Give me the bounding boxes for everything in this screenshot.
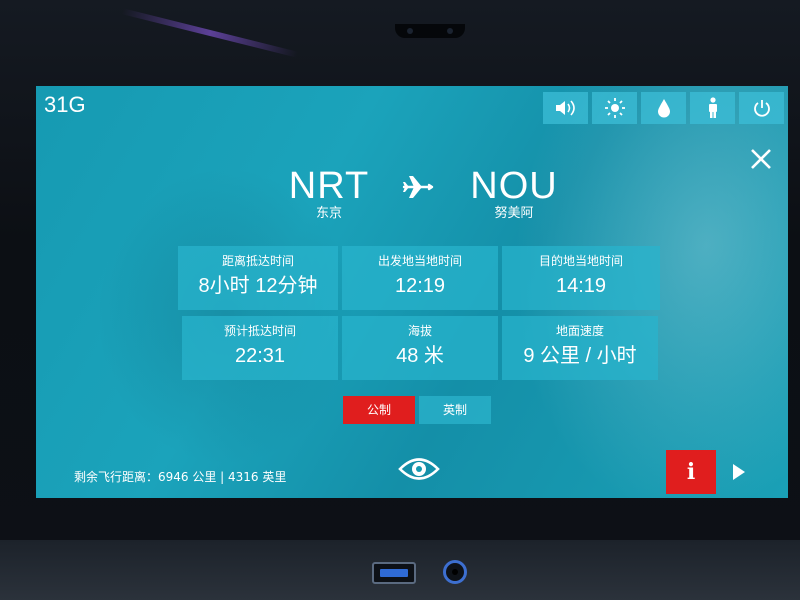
camera-dot <box>447 28 453 34</box>
view-toggle-button[interactable] <box>398 454 440 484</box>
destination-airport: NOU 努美阿 <box>464 166 564 222</box>
stat-value: 9 公里 / 小时 <box>523 345 637 367</box>
stat-value: 8小时 12分钟 <box>198 275 318 297</box>
origin-airport: NRT 东京 <box>284 166 374 222</box>
stat-ground-speed: 地面速度 9 公里 / 小时 <box>502 316 658 380</box>
flight-info-screen: 31G NRT 东京 NOU 努美阿 距离抵达时间 8小时 12分钟 出发地当地… <box>36 86 788 498</box>
stat-label: 出发地当地时间 <box>377 254 462 268</box>
stat-destination-local-time: 目的地当地时间 14:19 <box>502 246 660 310</box>
seat-number: 31G <box>44 92 86 117</box>
headphone-jack <box>443 560 467 584</box>
stat-value: 48 米 <box>396 345 444 367</box>
origin-code: NRT <box>288 165 370 207</box>
imperial-button[interactable]: 英制 <box>419 396 491 424</box>
destination-code: NOU <box>470 165 558 207</box>
stat-value: 12:19 <box>394 275 446 297</box>
stat-label: 目的地当地时间 <box>538 254 623 268</box>
stat-label: 海拔 <box>407 324 432 338</box>
stat-value: 14:19 <box>555 275 607 297</box>
stat-time-to-arrival: 距离抵达时间 8小时 12分钟 <box>178 246 338 310</box>
contrast-button[interactable] <box>641 92 686 124</box>
attendant-call-button[interactable] <box>690 92 735 124</box>
remaining-distance: 剩余飞行距离：6946 公里 | 4316 英里 <box>74 470 287 484</box>
camera-notch <box>395 24 465 38</box>
drop-icon <box>657 99 670 118</box>
play-icon <box>733 464 745 480</box>
headphone-jack-hole <box>452 569 458 575</box>
eye-icon <box>398 458 440 480</box>
stat-label: 距离抵达时间 <box>221 254 294 268</box>
device-bezel: 31G NRT 东京 NOU 努美阿 距离抵达时间 8小时 12分钟 出发地当地… <box>0 0 800 600</box>
origin-city: 东京 <box>315 206 342 221</box>
route-header: NRT 东京 NOU 努美阿 <box>284 166 564 226</box>
brightness-button[interactable] <box>592 92 637 124</box>
airplane-icon <box>402 176 434 198</box>
power-button[interactable] <box>739 92 784 124</box>
info-button[interactable]: i <box>666 450 716 494</box>
top-controls <box>543 92 784 124</box>
metric-button[interactable]: 公制 <box>343 396 415 424</box>
destination-city: 努美阿 <box>494 206 534 221</box>
stat-label: 预计抵达时间 <box>223 324 296 338</box>
stat-label: 地面速度 <box>555 324 604 338</box>
speaker-icon <box>555 100 575 116</box>
person-icon <box>708 97 717 118</box>
volume-button[interactable] <box>543 92 588 124</box>
camera-dot <box>407 28 413 34</box>
usb-port <box>372 562 416 584</box>
close-icon <box>751 149 771 169</box>
stat-altitude: 海拔 48 米 <box>342 316 498 380</box>
stat-origin-local-time: 出发地当地时间 12:19 <box>342 246 498 310</box>
close-button[interactable] <box>748 146 774 172</box>
reflection-stripe <box>121 8 299 58</box>
unit-toggle: 公制 英制 <box>343 396 491 424</box>
power-icon <box>753 100 770 117</box>
sun-icon <box>604 98 625 118</box>
next-button[interactable] <box>730 460 748 484</box>
usb-port-inner <box>380 569 408 577</box>
stat-estimated-arrival: 预计抵达时间 22:31 <box>182 316 338 380</box>
stat-value: 22:31 <box>234 345 286 367</box>
